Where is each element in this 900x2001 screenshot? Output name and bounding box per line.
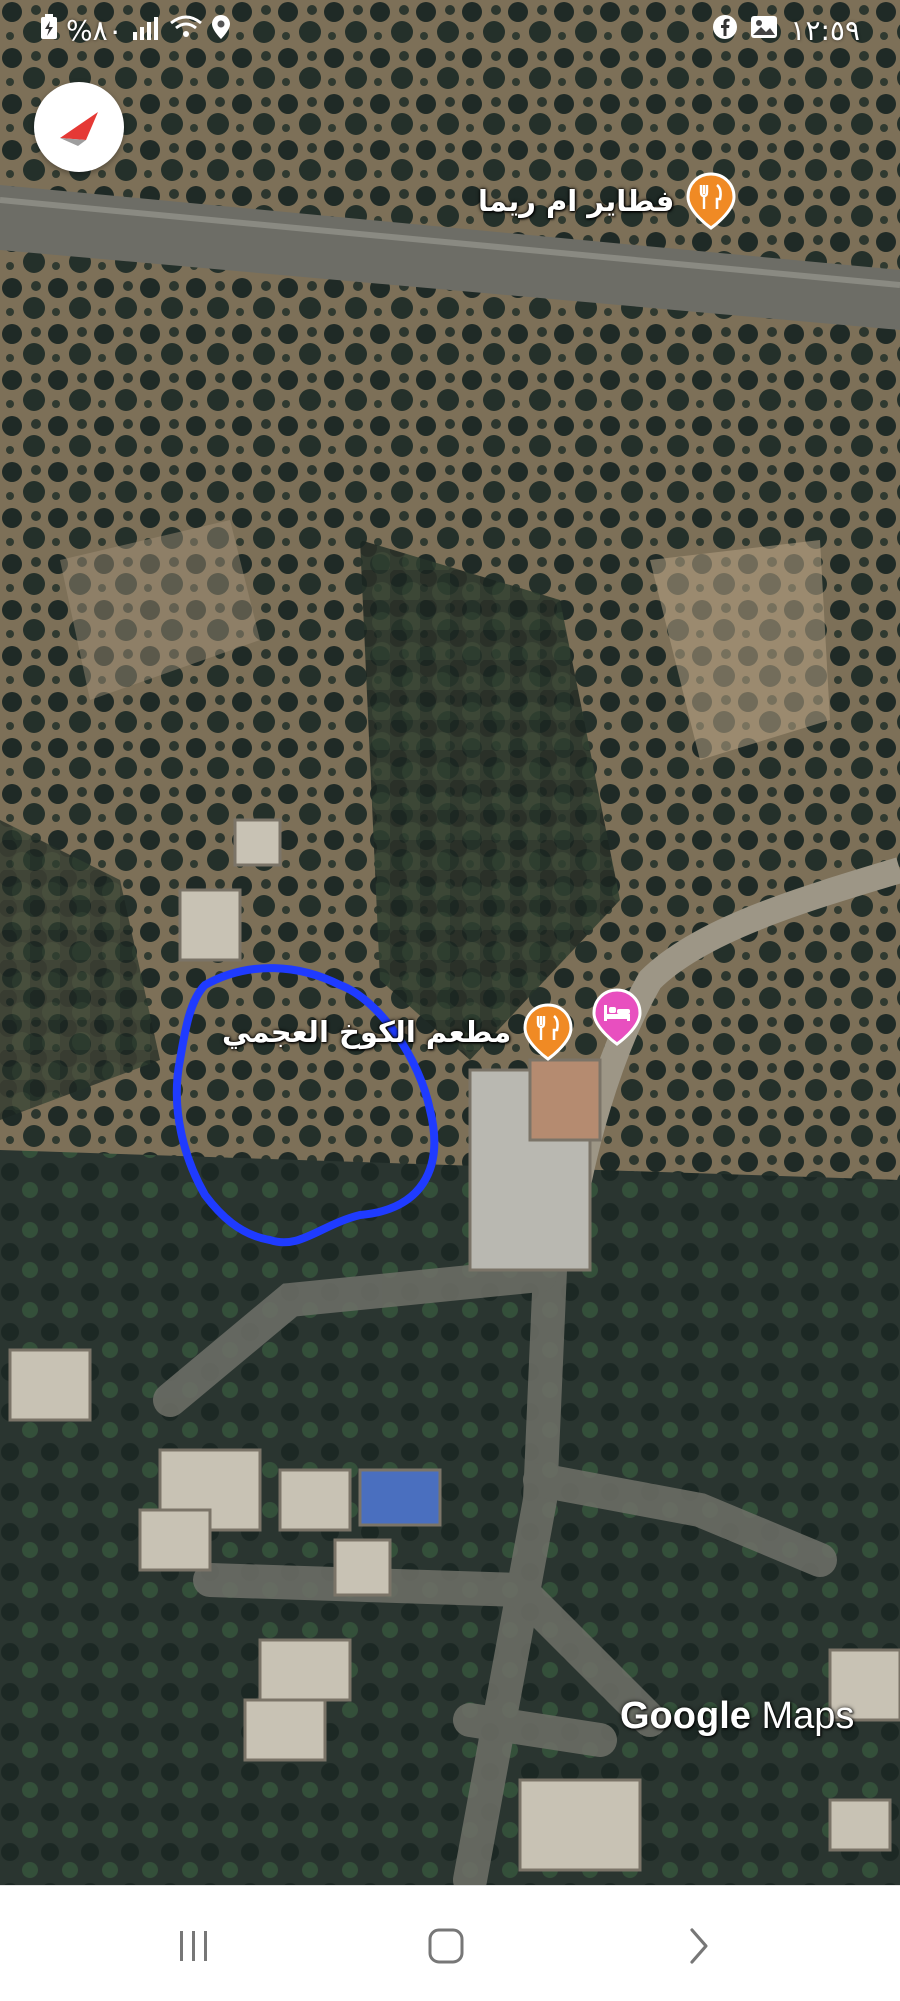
compass-icon [60,112,98,146]
bed-icon [592,988,642,1046]
back-button[interactable] [668,1916,728,1976]
poi-label: مطعم الكوخ العجمي [222,1015,512,1049]
poi-label: فطاير ام ريما [478,184,675,218]
fork-knife-icon [686,172,736,230]
battery-saver-icon [40,14,58,47]
restaurant-pin[interactable] [523,1003,573,1061]
clock: ١٢:٥٩ [790,14,860,47]
poi-fatayer-um-rima[interactable]: فطاير ام ريما [478,172,736,230]
satellite-map[interactable]: %٨٠ ١٢:٥٩ فطاير ام ريما مطعم الكوخ العجم… [0,0,900,1885]
restaurant-pin[interactable] [686,172,736,230]
back-icon [690,1928,708,1964]
home-button[interactable] [416,1916,476,1976]
navigation-bar [0,1885,900,2001]
attribution-product: Maps [761,1695,855,1737]
hotel-pin[interactable] [592,988,642,1046]
poi-matam-alkookh-alajami[interactable]: مطعم الكوخ العجمي [222,1003,573,1061]
status-bar: %٨٠ ١٢:٥٩ [0,0,900,64]
location-icon [211,14,231,47]
gallery-icon [750,14,778,47]
google-maps-attribution: Google Maps [620,1695,854,1738]
compass-button[interactable] [34,82,124,172]
home-icon [428,1928,464,1964]
recent-apps-icon [180,1931,207,1961]
satellite-imagery [0,0,900,1885]
battery-percentage: %٨٠ [66,14,123,47]
attribution-brand: Google [620,1695,751,1737]
wifi-icon [169,14,203,47]
poi-hotel[interactable] [592,988,642,1046]
recent-apps-button[interactable] [164,1916,224,1976]
fork-knife-icon [523,1003,573,1061]
facebook-icon [712,14,738,47]
signal-icon [131,14,161,47]
